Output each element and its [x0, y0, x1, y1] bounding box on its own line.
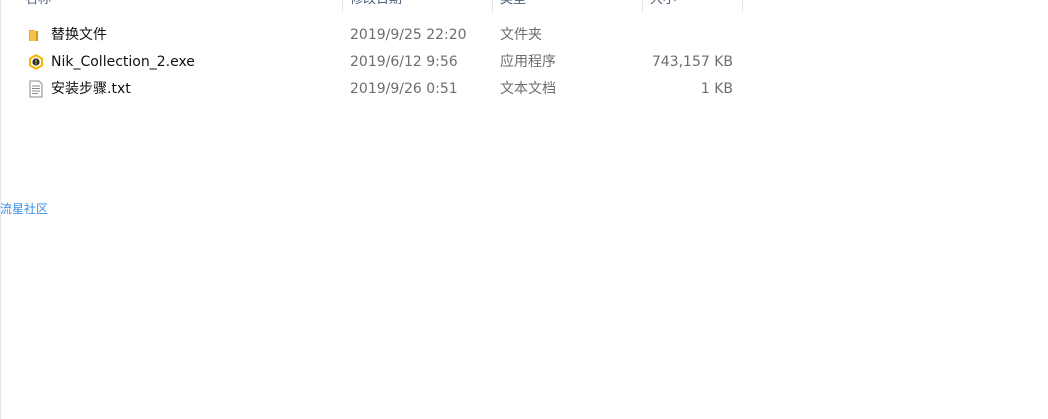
- file-name: 安装步骤.txt: [51, 81, 131, 97]
- file-row-txt[interactable]: 安装步骤.txt 2019/9/26 0:51 文本文档 1 KB: [0, 76, 744, 103]
- column-divider[interactable]: [492, 0, 493, 12]
- watermark-text: 流星社区: [0, 202, 49, 216]
- column-header-bar: 名称 修改日期 类型 大小: [0, 0, 744, 12]
- file-date: 2019/9/25 22:20: [350, 27, 467, 43]
- file-date: 2019/9/26 0:51: [350, 81, 458, 97]
- column-header-size[interactable]: 大小: [650, 0, 740, 12]
- column-divider[interactable]: [342, 0, 343, 12]
- file-list: 替换文件 2019/9/25 22:20 文件夹 Nik_Collection_…: [0, 22, 744, 103]
- file-name: 替换文件: [51, 27, 107, 43]
- file-type: 文件夹: [500, 27, 542, 43]
- column-header-name[interactable]: 名称: [25, 0, 335, 12]
- file-row-folder[interactable]: 替换文件 2019/9/25 22:20 文件夹: [0, 22, 744, 49]
- file-type: 文本文档: [500, 81, 556, 97]
- column-header-date[interactable]: 修改日期: [350, 0, 480, 12]
- folder-icon: [27, 26, 45, 44]
- column-divider[interactable]: [642, 0, 643, 12]
- file-size: 743,157 KB: [651, 54, 733, 70]
- file-date: 2019/6/12 9:56: [350, 54, 458, 70]
- column-divider[interactable]: [742, 0, 743, 12]
- text-file-icon: [27, 80, 45, 98]
- column-header-type[interactable]: 类型: [500, 0, 630, 12]
- file-type: 应用程序: [500, 54, 556, 70]
- file-size: 1 KB: [700, 81, 733, 97]
- file-row-exe[interactable]: Nik_Collection_2.exe 2019/6/12 9:56 应用程序…: [0, 49, 744, 76]
- exe-icon: [27, 53, 45, 71]
- file-explorer-window: 名称 修改日期 类型 大小 替换文件 2019/9/25 22:20 文件夹: [0, 0, 1048, 419]
- file-name: Nik_Collection_2.exe: [51, 54, 195, 70]
